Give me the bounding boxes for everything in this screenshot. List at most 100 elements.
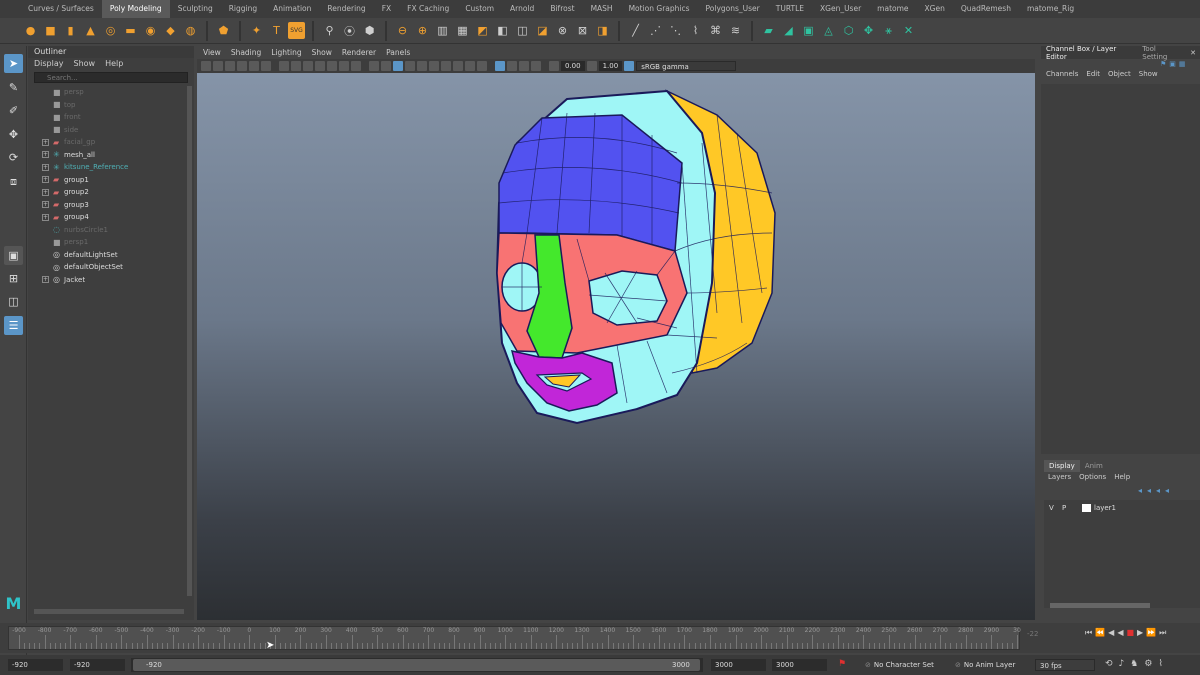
outliner-hscrollbar[interactable] [34,609,184,614]
resolution-gate-icon[interactable] [303,61,313,71]
play-backward-icon[interactable]: ◀ [1117,628,1123,640]
smooth-shade-icon[interactable] [381,61,391,71]
camera-attributes-icon[interactable] [213,61,223,71]
lasso-tool-icon[interactable]: ✎ [4,78,23,97]
platonic-icon[interactable]: ⬟ [215,22,232,39]
auto-key-icon[interactable]: ⚑ [838,659,850,671]
end-time-field[interactable]: 3000 [772,659,827,671]
expand-icon[interactable]: + [42,138,49,146]
preferences-icon[interactable]: ⚙ [1144,659,1152,671]
expand-icon[interactable]: + [42,213,49,221]
shelf-tab-matome[interactable]: matome [869,0,916,18]
outliner-item[interactable]: + ▰ group1 [28,174,188,186]
four-view-layout-icon[interactable]: ⊞ [4,269,23,288]
shelf-tab-mash[interactable]: MASH [583,0,621,18]
pipe-icon[interactable]: ◍ [182,22,199,39]
outliner-item[interactable]: ■ persp1 [28,236,188,248]
safe-action-icon[interactable] [339,61,349,71]
separate-icon[interactable]: ⦿ [341,22,358,39]
outliner-search-input[interactable]: Search... [34,72,188,83]
smooth-icon[interactable]: ⬢ [361,22,378,39]
new-layer-selected-icon[interactable]: ◂ [1165,486,1169,496]
two-d-pan-icon[interactable] [249,61,259,71]
outliner-item[interactable]: + ▰ group4 [28,211,188,223]
range-slider-bar[interactable] [133,659,700,671]
bridge-icon[interactable]: ▦ [454,22,471,39]
film-gate-icon[interactable] [291,61,301,71]
step-back-frame-icon[interactable]: ◀ [1108,628,1114,640]
channel-box-icon-3[interactable]: ▦ [1179,60,1186,69]
expand-icon[interactable]: + [42,201,49,208]
shelf-tab-animation[interactable]: Animation [265,0,319,18]
go-to-start-icon[interactable]: ⏮ [1085,628,1092,640]
shelf-tab-polygons-user[interactable]: Polygons_User [698,0,768,18]
outliner-item[interactable]: + ▰ group2 [28,186,188,198]
stop-icon[interactable]: ■ [1126,628,1134,640]
shelf-tab-rendering[interactable]: Rendering [319,0,373,18]
depth-of-field-icon[interactable] [477,61,487,71]
outliner-item[interactable]: ■ persp [28,86,188,98]
exposure-field[interactable]: 0.00 [561,61,585,71]
shelf-tab-fx-caching[interactable]: FX Caching [399,0,457,18]
expand-icon[interactable]: + [42,151,49,158]
custom-tool-4-icon[interactable]: ◬ [820,22,837,39]
outliner-item[interactable]: + ✳ mesh_all [28,149,188,161]
xray-joints-icon[interactable] [519,61,529,71]
mirror-icon[interactable]: ⊕ [414,22,431,39]
rotate-tool-icon[interactable]: ⟳ [4,148,23,167]
shelf-tab-turtle[interactable]: TURTLE [768,0,812,18]
step-forward-frame-icon[interactable]: ▶ [1137,628,1143,640]
move-tool-icon[interactable]: ✥ [4,125,23,144]
expand-icon[interactable]: + [42,163,49,171]
outliner-item[interactable]: ■ front [28,111,188,123]
single-view-layout-icon[interactable]: ▣ [4,246,23,265]
viewport-menu-view[interactable]: View [203,48,221,57]
tab-display[interactable]: Display [1044,460,1080,472]
image-plane-icon[interactable] [237,61,247,71]
custom-tool-3-icon[interactable]: ▣ [800,22,817,39]
superellipse-icon[interactable]: ✦ [248,22,265,39]
channel-box-icon-2[interactable]: ▣ [1169,60,1176,69]
expand-icon[interactable]: + [42,276,49,283]
boolean-icon[interactable]: ⊖ [394,22,411,39]
bookmark-icon[interactable] [225,61,235,71]
shadows-icon[interactable] [429,61,439,71]
select-tool-icon[interactable]: ➤ [4,54,23,73]
shelf-tab-quadremesh[interactable]: QuadRemesh [953,0,1019,18]
fps-select[interactable]: 30 fps [1035,659,1095,671]
collapse-icon[interactable]: ⊗ [554,22,571,39]
channel-box-icon-1[interactable]: ⚑ [1160,60,1166,69]
outliner-item[interactable]: ◌ nurbsCircle1 [28,224,188,236]
scale-tool-icon[interactable]: ⧈ [4,172,23,191]
cylinder-icon[interactable]: ▮ [62,22,79,39]
viewport-menu-panels[interactable]: Panels [386,48,410,57]
loop-icon[interactable]: ⟲ [1105,659,1113,671]
expand-icon[interactable]: + [42,188,49,196]
xray-icon[interactable] [507,61,517,71]
custom-tool-1-icon[interactable]: ▰ [760,22,777,39]
custom-tool-7-icon[interactable]: ⚹ [880,22,897,39]
channel-box-menu-object[interactable]: Object [1108,70,1131,82]
paint-select-icon[interactable]: ✐ [4,101,23,120]
viewport-menu-show[interactable]: Show [312,48,332,57]
viewport-menu-lighting[interactable]: Lighting [271,48,301,57]
shelf-tab-xgen[interactable]: XGen [917,0,953,18]
color-space-select[interactable]: sRGB gamma [636,61,737,71]
time-slider[interactable]: -900 -800 -700 -600 -500 -400 -300 -200 -100 0 100… [8,626,1021,650]
motion-blur-icon[interactable] [453,61,463,71]
custom-tool-2-icon[interactable]: ◢ [780,22,797,39]
append-icon[interactable]: ◫ [514,22,531,39]
step-back-key-icon[interactable]: ⏪ [1095,628,1105,640]
layer-menu-layers[interactable]: Layers [1048,473,1071,485]
character-icon[interactable]: ♞ [1130,659,1138,671]
outliner-menu-show[interactable]: Show [74,58,96,70]
bevel-icon[interactable]: ◩ [474,22,491,39]
layer-color-swatch[interactable] [1082,504,1091,512]
wireframe-icon[interactable] [369,61,379,71]
start-time-field[interactable]: -920 [8,659,63,671]
layer-visibility-toggle[interactable]: V [1046,504,1060,512]
range-start-field[interactable]: -920 [70,659,125,671]
connect-icon[interactable]: ⋱ [667,22,684,39]
cube-icon[interactable]: ■ [42,22,59,39]
layer-name[interactable]: layer1 [1094,504,1116,512]
